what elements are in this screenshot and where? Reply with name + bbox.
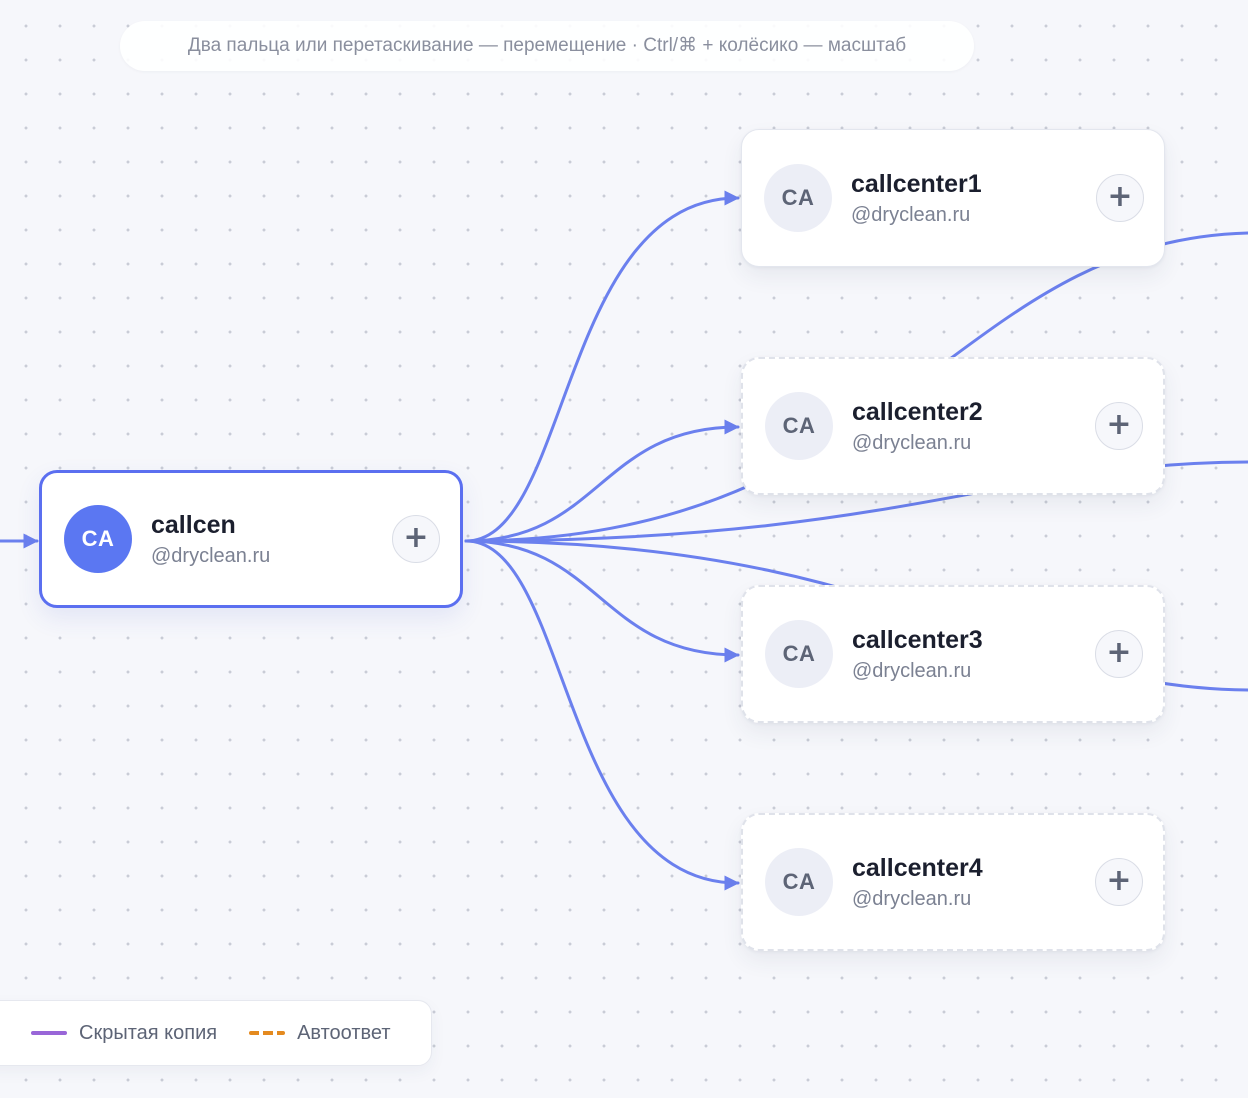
node-callcen[interactable]: CA callcen @dryclean.ru + [39, 470, 463, 608]
add-button[interactable]: + [1096, 174, 1144, 222]
node-info: callcenter3 @dryclean.ru [852, 625, 1095, 684]
edge-callcen-callcenter3 [464, 539, 740, 663]
node-name: callcenter3 [852, 625, 983, 654]
flow-canvas[interactable]: Два пальца или перетаскивание — перемеще… [0, 0, 1248, 1098]
edge-callcen-callcenter2 [464, 419, 740, 543]
legend-item-autoreply: Автоответ [249, 1021, 391, 1045]
node-name: callcenter4 [852, 853, 983, 882]
node-name: callcenter1 [851, 169, 982, 198]
legend-label: Автоответ [297, 1021, 391, 1044]
avatar: CA [765, 848, 833, 916]
node-info: callcenter2 @dryclean.ru [852, 397, 1095, 456]
node-info: callcenter4 @dryclean.ru [852, 853, 1095, 912]
avatar: CA [765, 620, 833, 688]
legend: Скрытая копия Автоответ [0, 1000, 432, 1066]
legend-label: Скрытая копия [79, 1021, 218, 1044]
edge-callcen-callcenter4 [464, 539, 740, 891]
node-domain: @dryclean.ru [851, 203, 971, 226]
node-info: callcenter1 @dryclean.ru [851, 169, 1096, 228]
node-info: callcen @dryclean.ru [151, 510, 392, 569]
avatar: CA [765, 392, 833, 460]
autoreply-dashed-line-icon [249, 1031, 286, 1035]
add-button[interactable]: + [1095, 630, 1143, 678]
add-button[interactable]: + [392, 515, 440, 563]
add-button[interactable]: + [1095, 858, 1143, 906]
node-callcenter1[interactable]: CA callcenter1 @dryclean.ru + [741, 129, 1165, 267]
node-callcenter3[interactable]: CA callcenter3 @dryclean.ru + [741, 585, 1165, 723]
canvas-hint: Два пальца или перетаскивание — перемеще… [120, 21, 974, 71]
bcc-line-icon [31, 1031, 67, 1035]
add-button[interactable]: + [1095, 402, 1143, 450]
node-domain: @dryclean.ru [852, 659, 972, 682]
node-name: callcenter2 [852, 397, 983, 426]
avatar: CA [764, 164, 832, 232]
node-name: callcen [151, 510, 236, 539]
legend-item-bcc: Скрытая копия [31, 1022, 217, 1045]
avatar: CA [64, 505, 132, 573]
node-callcenter2[interactable]: CA callcenter2 @dryclean.ru + [741, 357, 1165, 495]
node-callcenter4[interactable]: CA callcenter4 @dryclean.ru + [741, 813, 1165, 951]
node-domain: @dryclean.ru [852, 887, 972, 910]
node-domain: @dryclean.ru [852, 431, 972, 454]
node-domain: @dryclean.ru [151, 544, 271, 567]
edge-callcen-callcenter1 [464, 190, 740, 543]
